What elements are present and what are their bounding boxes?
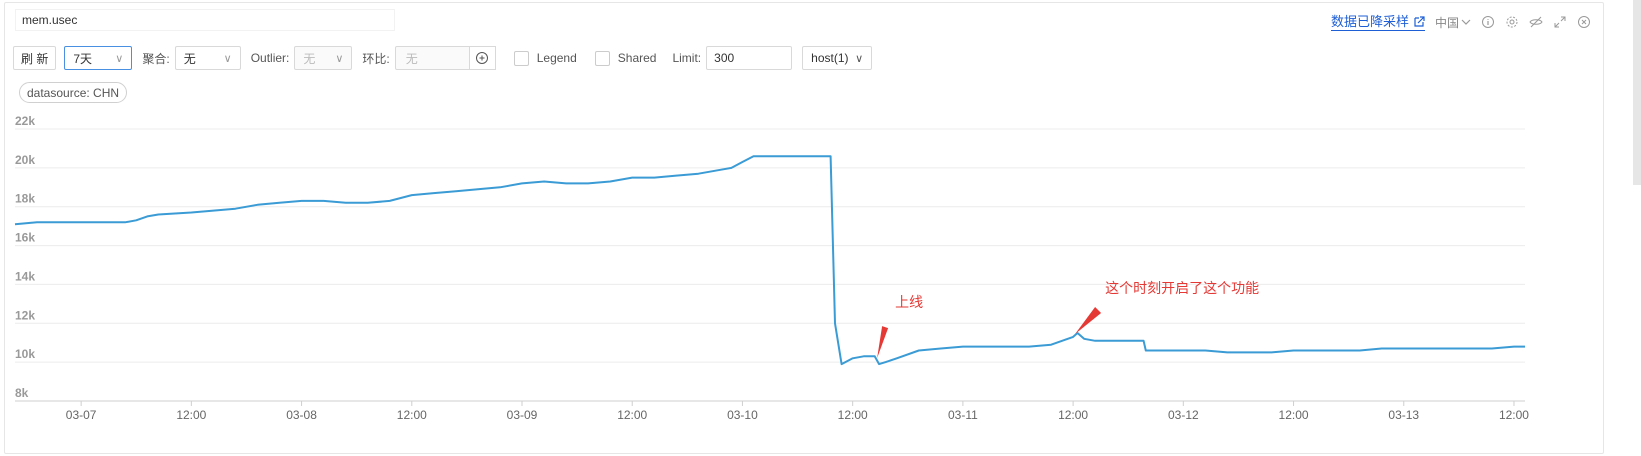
chevron-down-icon: ∨: [335, 52, 344, 65]
y-tick-label: 12k: [15, 308, 35, 322]
y-tick-label: 16k: [15, 231, 35, 245]
annotation-label: 上线: [895, 294, 923, 310]
x-tick-label: 03-12: [1168, 408, 1199, 422]
x-tick-label: 03-09: [507, 408, 538, 422]
add-compare-button[interactable]: [469, 46, 496, 70]
y-tick-label: 14k: [15, 269, 35, 283]
panel-actions: 数据已降采样 中国: [1330, 12, 1591, 32]
downsampled-label: 数据已降采样: [1330, 13, 1409, 29]
limit-label: Limit:: [672, 51, 702, 65]
x-tick-label: 12:00: [617, 408, 647, 422]
outlier-select[interactable]: 无 ∨: [294, 46, 353, 70]
chevron-down-icon: ∨: [855, 52, 864, 65]
x-tick-label: 12:00: [1499, 408, 1529, 422]
y-tick-label: 10k: [15, 347, 35, 361]
series-line: [14, 155, 1525, 366]
external-link-icon: [1414, 15, 1425, 27]
x-tick-label: 12:00: [397, 408, 427, 422]
limit-input[interactable]: 300: [706, 46, 793, 70]
y-tick-label: 22k: [15, 114, 35, 128]
host-select[interactable]: host(1) ∨: [802, 46, 873, 70]
line-chart: 8k 10k 12k 14k 16k 18k 20k 22k 03-07 12:00 03-08 12…: [14, 114, 1529, 422]
x-tick-label: 12:00: [1058, 408, 1088, 422]
region-select[interactable]: 中国: [1435, 14, 1471, 31]
datasource-filter-tag[interactable]: datasource: CHN: [19, 82, 128, 103]
y-tick-label: 20k: [15, 153, 35, 167]
annotation-label: 这个时刻开启了这个功能: [1105, 280, 1259, 296]
y-tick-label: 8k: [15, 386, 29, 400]
refresh-button[interactable]: 刷 新: [13, 46, 57, 70]
x-tick-label: 12:00: [838, 408, 868, 422]
x-tick-label: 03-10: [727, 408, 758, 422]
x-tick-label: 03-13: [1388, 408, 1419, 422]
chevron-down-icon: ∨: [115, 52, 124, 65]
time-range-select[interactable]: 7天 ∨: [64, 46, 133, 70]
host-value: host(1): [811, 51, 849, 65]
annotation-arrow: [877, 326, 889, 359]
x-tick-label: 03-11: [948, 408, 978, 422]
legend-label: Legend: [536, 51, 577, 65]
y-tick-label: 18k: [15, 192, 35, 206]
aggregate-select[interactable]: 无 ∨: [174, 46, 241, 70]
region-label: 中国: [1434, 15, 1459, 30]
compare-input[interactable]: 无: [394, 46, 470, 70]
close-icon[interactable]: [1577, 15, 1591, 29]
annotation-arrow: [1075, 307, 1102, 334]
time-range-value: 7天: [73, 51, 93, 66]
chevron-down-icon: [1461, 19, 1471, 25]
shared-checkbox[interactable]: [594, 50, 610, 66]
page-scrollbar[interactable]: [1633, 0, 1641, 185]
gear-icon[interactable]: [1505, 15, 1519, 29]
panel-title-input[interactable]: mem.usec: [15, 9, 395, 31]
legend-checkbox[interactable]: [513, 50, 529, 66]
expand-icon[interactable]: [1553, 15, 1567, 29]
chevron-down-icon: ∨: [223, 52, 232, 65]
x-tick-label: 03-07: [66, 408, 97, 422]
x-tick-label: 12:00: [1279, 408, 1309, 422]
aggregate-value: 无: [183, 51, 196, 66]
x-tick-label: 12:00: [176, 408, 206, 422]
aggregate-label: 聚合:: [142, 51, 170, 66]
x-tick-label: 03-08: [286, 408, 317, 422]
hide-icon[interactable]: [1529, 15, 1543, 29]
info-icon[interactable]: [1481, 15, 1495, 29]
plus-circle-icon: [476, 52, 489, 64]
outlier-value: 无: [303, 51, 316, 66]
downsampled-link[interactable]: 数据已降采样: [1330, 13, 1425, 31]
compare-label: 环比:: [362, 51, 390, 66]
outlier-label: Outlier:: [250, 51, 290, 65]
metric-panel: mem.usec 数据已降采样 中国 刷 新 7天 ∨ 聚合: 无 ∨ Outl…: [4, 2, 1604, 454]
shared-label: Shared: [617, 51, 657, 65]
query-toolbar: 刷 新 7天 ∨ 聚合: 无 ∨ Outlier: 无 ∨ 环比: 无 Lege…: [13, 45, 873, 71]
